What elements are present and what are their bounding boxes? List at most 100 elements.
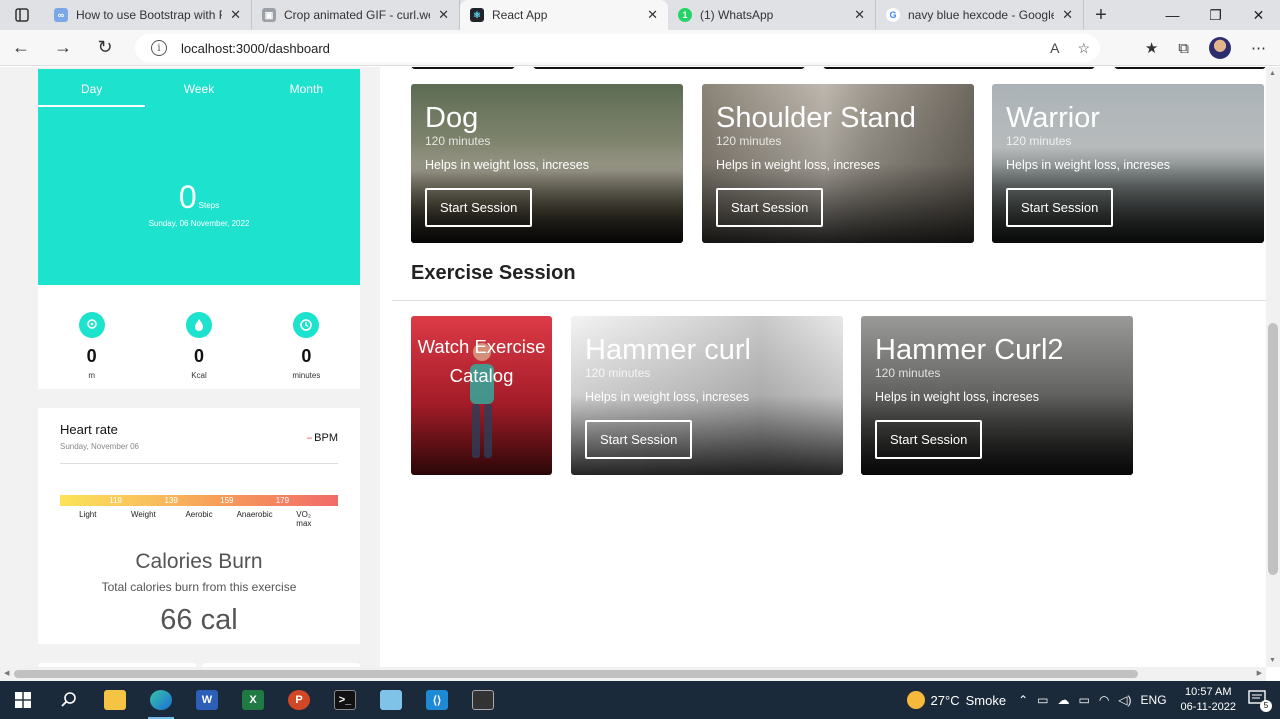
session-card-dog: Dog 120 minutes Helps in weight loss, in…	[411, 84, 683, 243]
add-favorite-icon[interactable]: ☆	[1077, 40, 1090, 57]
start-session-button[interactable]: Start Session	[585, 420, 693, 459]
language-indicator[interactable]: ENG	[1141, 693, 1167, 707]
tab-week[interactable]: Week	[145, 69, 252, 107]
close-tab-icon[interactable]: ✕	[230, 7, 241, 23]
profile-avatar[interactable]	[1209, 37, 1231, 59]
browser-tab[interactable]: G navy blue hexcode - Google ✕	[876, 0, 1084, 30]
scroll-right-icon[interactable]: ▶	[1257, 669, 1262, 677]
zone-label: VO₂ max	[296, 510, 312, 528]
session-description: Helps in weight loss, increses	[875, 390, 1039, 404]
browser-tab-active[interactable]: ⚛ React App ✕	[460, 0, 668, 30]
scroll-down-icon[interactable]: ▼	[1269, 657, 1276, 664]
collections-icon[interactable]: ⧉	[1178, 40, 1189, 57]
session-duration: 120 minutes	[1006, 134, 1072, 148]
tab-actions-icon[interactable]	[0, 0, 44, 30]
more-menu-icon[interactable]: ⋯	[1251, 39, 1266, 57]
card-edge	[823, 67, 1095, 69]
windows-start-icon[interactable]	[0, 681, 46, 719]
notepad-icon[interactable]	[368, 681, 414, 719]
zone-label: Aerobic	[185, 510, 213, 519]
activity-card: Day Week Month 0 Steps Sunday, 06 Novembe…	[38, 69, 360, 285]
steps-unit: Steps	[198, 201, 220, 210]
url-text: localhost:3000/dashboard	[181, 40, 330, 56]
scroll-up-icon[interactable]: ▲	[1269, 70, 1276, 77]
calories-value: 66 cal	[160, 604, 238, 636]
chevron-up-icon[interactable]: ⌃	[1018, 693, 1028, 707]
zone-tick: 119	[109, 496, 122, 505]
close-window-icon[interactable]: ✕	[1237, 0, 1280, 30]
browser-tab-bar: ∞ How to use Bootstrap with Fl ✕ ▣ Crop …	[0, 0, 1280, 30]
session-duration: 120 minutes	[585, 366, 651, 380]
excel-icon[interactable]: X	[230, 681, 276, 719]
close-tab-icon[interactable]: ✕	[647, 7, 658, 23]
start-session-button[interactable]: Start Session	[716, 188, 824, 227]
notification-count: 5	[1260, 700, 1272, 712]
session-description: Helps in weight loss, increses	[585, 390, 749, 404]
session-description: Helps in weight loss, increses	[716, 158, 880, 172]
browser-tab[interactable]: 1 (1) WhatsApp ✕	[668, 0, 876, 30]
session-description: Helps in weight loss, increses	[1006, 158, 1170, 172]
terminal-icon[interactable]: >_	[322, 681, 368, 719]
close-tab-icon[interactable]: ✕	[1062, 7, 1073, 23]
battery-icon[interactable]: ▭	[1078, 693, 1089, 707]
page-viewport: Day Week Month 0 Steps Sunday, 06 Novembe…	[0, 67, 1266, 667]
tab-day[interactable]: Day	[38, 69, 146, 107]
word-icon[interactable]: W	[184, 681, 230, 719]
tab-title: React App	[492, 8, 548, 22]
heart-rate-date: Sunday, November 06	[60, 442, 140, 451]
divider	[60, 463, 338, 464]
zone-tick: 179	[275, 496, 290, 505]
weather-widget[interactable]: 27°C Smoke	[906, 691, 1006, 709]
session-description: Helps in weight loss, increses	[425, 158, 589, 172]
minimize-icon[interactable]: —	[1151, 0, 1194, 30]
vertical-scrollbar[interactable]: ▲ ▼	[1266, 67, 1280, 667]
start-session-button[interactable]: Start Session	[425, 188, 533, 227]
browser-tab[interactable]: ∞ How to use Bootstrap with Fl ✕	[44, 0, 252, 30]
period-tabs: Day Week Month	[38, 69, 360, 107]
favorites-icon[interactable]: ★	[1145, 39, 1158, 57]
forward-arrow-icon[interactable]: →	[42, 30, 84, 66]
tab-title: Crop animated GIF - curl.web	[284, 8, 431, 22]
scroll-thumb[interactable]	[14, 670, 1138, 678]
site-info-icon[interactable]: i	[151, 40, 167, 56]
clock-time: 10:57 AM	[1185, 686, 1232, 698]
new-tab-button[interactable]: +	[1084, 0, 1118, 30]
volume-icon[interactable]: ◁)	[1118, 693, 1131, 707]
tray-icons: ⌃ ▭ ☁ ▭ ◠ ◁) ENG	[1018, 693, 1166, 707]
clock[interactable]: 10:57 AM 06-11-2022	[1181, 685, 1236, 715]
heart-rate-title: Heart rate	[60, 422, 118, 437]
start-session-button[interactable]: Start Session	[1006, 188, 1114, 227]
weather-temp: 27°C	[930, 692, 960, 708]
search-icon[interactable]	[46, 681, 92, 719]
close-tab-icon[interactable]: ✕	[438, 7, 449, 23]
session-title: Shoulder Stand	[716, 102, 916, 134]
notifications-icon[interactable]: 5	[1248, 690, 1272, 712]
onedrive-cloud-icon[interactable]: ☁	[1057, 693, 1069, 707]
zone-labels: Light Weight Aerobic Anaerobic VO₂ max	[60, 510, 338, 528]
file-explorer-icon[interactable]	[92, 681, 138, 719]
scroll-left-icon[interactable]: ◀	[4, 669, 9, 677]
tab-month[interactable]: Month	[253, 69, 360, 107]
edge-browser-icon[interactable]	[138, 681, 184, 719]
start-session-button[interactable]: Start Session	[875, 420, 983, 459]
read-aloud-icon[interactable]: A	[1050, 40, 1059, 57]
stat-calories: 0 Kcal	[145, 285, 252, 389]
wifi-icon[interactable]: ◠	[1099, 693, 1109, 707]
back-arrow-icon[interactable]: ←	[0, 30, 42, 66]
app-window-icon[interactable]	[460, 681, 506, 719]
vscode-icon[interactable]: ⟨⟩	[414, 681, 460, 719]
url-field[interactable]: i localhost:3000/dashboard A ☆	[135, 34, 1100, 62]
restore-icon[interactable]: ❐	[1194, 0, 1237, 30]
powerpoint-icon[interactable]: P	[276, 681, 322, 719]
browser-tab[interactable]: ▣ Crop animated GIF - curl.web ✕	[252, 0, 460, 30]
meet-now-icon[interactable]: ▭	[1037, 693, 1048, 707]
session-duration: 120 minutes	[875, 366, 941, 380]
horizontal-scrollbar[interactable]: ◀ ▶	[0, 667, 1266, 681]
refresh-icon[interactable]: ↻	[84, 30, 126, 66]
calories-title: Calories Burn	[135, 550, 263, 573]
card-edge	[1114, 67, 1266, 69]
close-tab-icon[interactable]: ✕	[854, 7, 865, 23]
steps-value: 0	[178, 179, 197, 215]
exercise-catalog-card[interactable]: Watch Exercise Catalog	[411, 316, 552, 475]
scroll-thumb[interactable]	[1268, 323, 1278, 575]
